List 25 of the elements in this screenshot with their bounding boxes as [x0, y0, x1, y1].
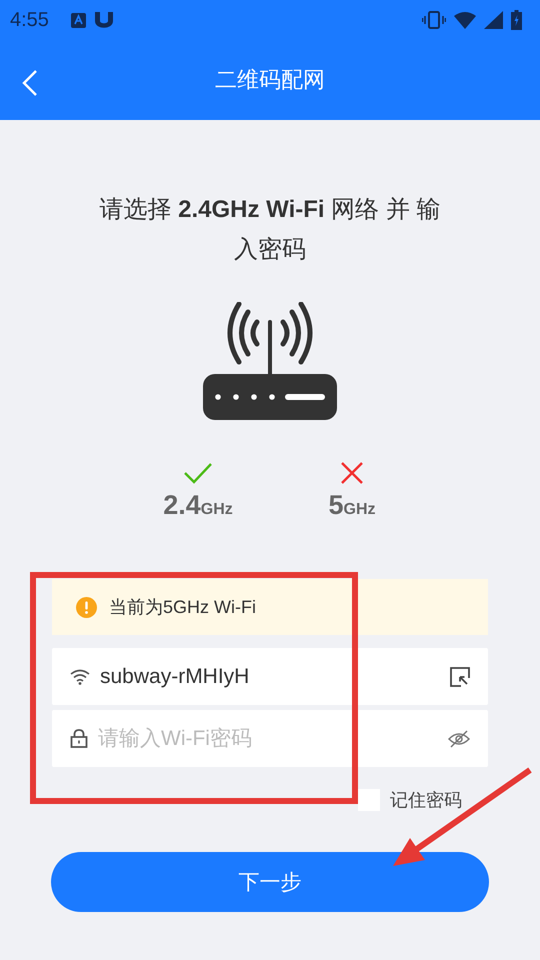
next-button[interactable]: 下一步 [51, 852, 489, 912]
remember-checkbox[interactable] [358, 789, 380, 811]
keyboard-app-icon [70, 12, 86, 28]
status-time: 4:55 [10, 8, 49, 32]
instruction-text: 请选择 2.4GHz Wi-Fi 网络 并 输入密码 [98, 195, 442, 265]
select-network-icon[interactable] [450, 666, 470, 686]
vibrate-icon [422, 11, 446, 29]
warning-text: 当前为5GHz Wi-Fi [109, 596, 256, 619]
warning-icon [76, 596, 97, 618]
wifi-name-input[interactable]: subway-rMHIyH [100, 664, 440, 688]
password-input[interactable]: 请输入Wi-Fi密码 [98, 726, 438, 750]
wifi-name-field[interactable]: subway-rMHIyH [52, 648, 488, 705]
wifi-icon [70, 668, 90, 684]
lock-icon [70, 729, 88, 748]
band-label: 2.4GHz [163, 490, 233, 521]
cell-signal-icon [484, 11, 503, 29]
password-field[interactable]: 请输入Wi-Fi密码 [52, 710, 488, 767]
app-logo-icon [94, 11, 114, 29]
band-label: 5GHz [328, 490, 376, 521]
back-icon [22, 70, 38, 96]
hidden-eye-icon[interactable] [448, 730, 470, 748]
page-title: 二维码配网 [215, 66, 325, 94]
remember-label: 记住密码 [390, 789, 462, 812]
wifi-signal-icon [454, 12, 476, 28]
battery-icon [511, 10, 522, 30]
